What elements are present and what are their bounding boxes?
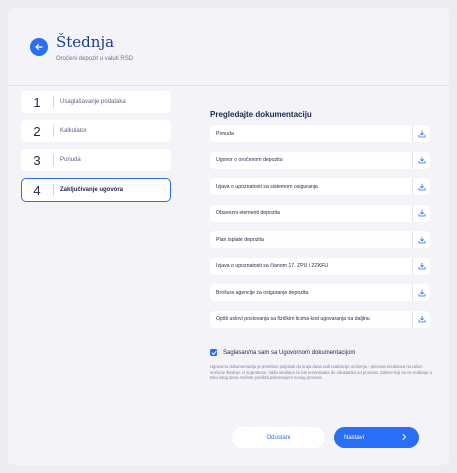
chevron-right-icon (402, 434, 406, 440)
document-item[interactable]: Ugovor o oročenom depozitu (210, 151, 430, 169)
stepper: 1 Usaglašavanje podataka 2 Kalkulator 3 Ponud… (21, 91, 171, 209)
download-icon (418, 209, 425, 217)
step-label: Kalkulator (60, 128, 87, 134)
page-header: Štednja Oročeni depozit u valuti RSD (8, 8, 449, 85)
step-separator (53, 184, 54, 196)
document-label: Ugovor o oročenom depozitu (216, 157, 283, 163)
checkmark-icon (211, 350, 216, 355)
agreement-note: Ugovornu dokumentaciju je potrebno potpi… (210, 364, 432, 381)
step-item-3[interactable]: 3 Ponuda (21, 149, 171, 171)
download-button[interactable] (412, 178, 430, 195)
step-separator (53, 125, 54, 137)
document-label: Opšti uslovi poslovanja sa fizičkim lici… (216, 316, 370, 322)
step-item-4[interactable]: 4 Zaključivanje ugovora (21, 178, 171, 202)
document-item[interactable]: Izjava o upoznatosti sa sistemom osigura… (210, 178, 430, 195)
document-label: Obavezni elementi depozita (216, 210, 281, 216)
download-icon (418, 236, 425, 243)
header-divider (8, 85, 449, 86)
download-button[interactable] (412, 231, 430, 248)
step-label: Usaglašavanje podataka (60, 99, 126, 105)
download-button[interactable] (412, 204, 430, 222)
step-label: Ponuda (60, 157, 81, 163)
step-separator (53, 154, 54, 166)
download-icon (418, 262, 425, 270)
back-button[interactable] (30, 38, 48, 56)
download-button[interactable] (412, 125, 430, 142)
document-item[interactable]: Obavezni elementi depozita (210, 204, 430, 222)
step-separator (53, 96, 54, 108)
agreement-checkbox[interactable] (210, 349, 217, 356)
download-icon (418, 156, 425, 164)
agreement-section: Saglasan/na sam sa Ugovornom dokumentaci… (210, 349, 435, 381)
document-item[interactable]: Plan isplate depozita (210, 231, 430, 248)
document-item[interactable]: Ponuda (210, 125, 430, 142)
download-icon (418, 315, 425, 323)
step-number: 1 (33, 94, 41, 110)
document-label: Plan isplate depozita (216, 236, 264, 243)
document-label: Ponuda (216, 130, 234, 137)
documents-section: Pregledajte dokumentaciju Ponuda Ugovor o… (210, 110, 430, 337)
step-number: 2 (33, 123, 41, 139)
download-button[interactable] (412, 257, 430, 275)
download-icon (418, 130, 425, 137)
document-item[interactable]: Opšti uslovi poslovanja sa fizičkim lici… (210, 310, 430, 328)
next-button[interactable]: Nastavi (334, 427, 419, 448)
arrow-left-icon (35, 43, 43, 51)
cancel-button[interactable]: Odustani (232, 427, 325, 448)
download-button[interactable] (412, 151, 430, 169)
download-button[interactable] (412, 284, 430, 301)
documents-list: Ponuda Ugovor o oročenom depozitu Izjava o… (210, 125, 430, 328)
step-number: 3 (33, 152, 41, 168)
page-title: Štednja (56, 33, 115, 51)
step-item-2[interactable]: 2 Kalkulator (21, 120, 171, 142)
document-label: Izjava o upoznatosti sa sistemom osigura… (216, 183, 318, 190)
agreement-label: Saglasan/na sam sa Ugovornom dokumentaci… (223, 349, 356, 356)
next-button-label: Nastavi (344, 434, 365, 441)
document-item[interactable]: Brošura agencije za osiguranje depozita (210, 284, 430, 301)
download-icon (418, 289, 425, 296)
document-label: Brošura agencije za osiguranje depozita (216, 289, 309, 296)
step-number: 4 (33, 182, 41, 198)
document-label: Izjava o upoznatosti sa članom 17. ZPU i… (216, 263, 329, 269)
download-icon (418, 183, 425, 190)
agreement-row[interactable]: Saglasan/na sam sa Ugovornom dokumentaci… (210, 349, 435, 356)
page-subtitle: Oročeni depozit u valuti RSD (56, 56, 134, 62)
step-label: Zaključivanje ugovora (60, 187, 124, 193)
download-button[interactable] (412, 310, 430, 328)
document-item[interactable]: Izjava o upoznatosti sa članom 17. ZPU i… (210, 257, 430, 275)
documents-title: Pregledajte dokumentaciju (210, 110, 312, 119)
step-item-1[interactable]: 1 Usaglašavanje podataka (21, 91, 171, 113)
